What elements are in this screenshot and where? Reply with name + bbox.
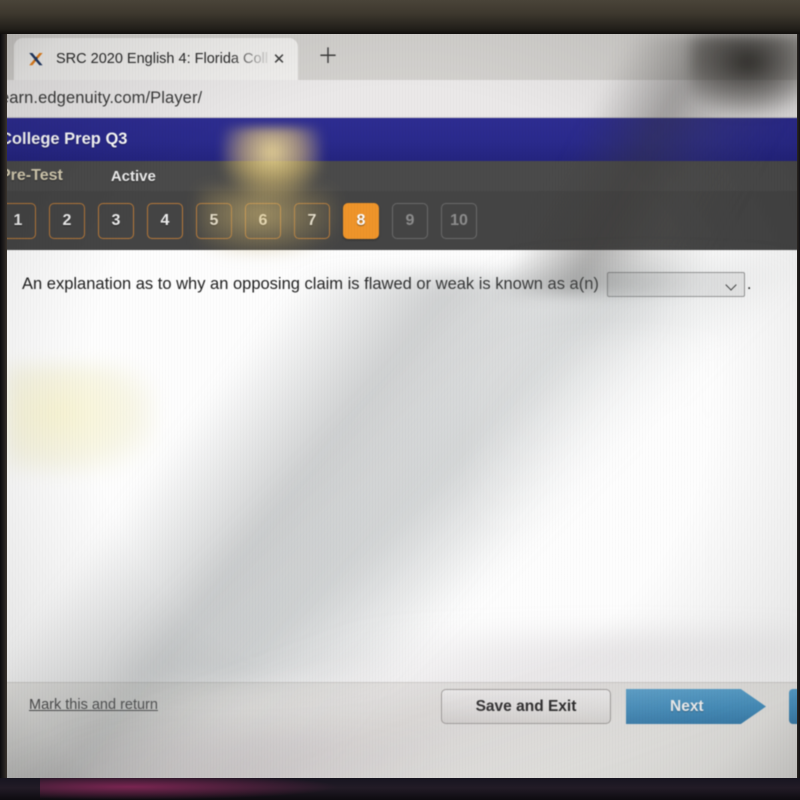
- next-button[interactable]: Next: [626, 689, 766, 724]
- app-header: College Prep Q3: [0, 118, 800, 161]
- question-row: An explanation as to why an opposing cla…: [0, 250, 800, 297]
- browser-window: ‹ SRC 2020 English 4: Florida Colle ✕ ＋ …: [0, 34, 800, 778]
- question-number-9: 9: [392, 202, 428, 239]
- question-number-nav: 1 2 3 4 5 6 7 8 9 10: [0, 191, 800, 250]
- question-number-4[interactable]: 4: [147, 202, 183, 239]
- close-icon[interactable]: ✕: [268, 52, 290, 67]
- question-text: An explanation as to why an opposing cla…: [22, 275, 599, 293]
- question-number-3[interactable]: 3: [98, 202, 134, 239]
- monitor-bezel-bottom: [0, 778, 800, 800]
- question-number-5[interactable]: 5: [196, 202, 232, 239]
- monitor-bezel-top: [0, 0, 800, 34]
- question-number-8[interactable]: 8: [343, 202, 379, 239]
- assignment-name: Pre-Test: [0, 167, 63, 184]
- browser-tab-strip: ‹ SRC 2020 English 4: Florida Colle ✕ ＋: [0, 34, 800, 80]
- address-bar-url: earn.edgenuity.com/Player/: [0, 89, 203, 107]
- new-tab-plus-icon[interactable]: ＋: [315, 45, 341, 71]
- status-badge: Active: [110, 167, 156, 185]
- question-trailing-punctuation: .: [746, 275, 752, 293]
- question-number-7[interactable]: 7: [294, 202, 330, 239]
- photographed-screen: ‹ SRC 2020 English 4: Florida Colle ✕ ＋ …: [0, 0, 800, 800]
- course-title: College Prep Q3: [0, 130, 128, 148]
- question-number-10: 10: [441, 202, 477, 239]
- edgenuity-x-logo-icon: [26, 49, 46, 69]
- browser-tab-title: SRC 2020 English 4: Florida Colle: [56, 51, 268, 67]
- answer-dropdown[interactable]: [606, 272, 745, 297]
- monitor-bezel-left: [0, 34, 7, 778]
- question-number-6[interactable]: 6: [245, 202, 281, 239]
- assignment-bar: Pre-Test Active: [0, 161, 800, 191]
- question-number-2[interactable]: 2: [49, 202, 85, 239]
- save-and-exit-button[interactable]: Save and Exit: [441, 689, 611, 724]
- question-footer: Mark this and return Save and Exit Next: [0, 682, 800, 778]
- browser-tab-active[interactable]: SRC 2020 English 4: Florida Colle ✕: [14, 38, 298, 80]
- chevron-down-icon: [727, 280, 737, 290]
- mark-this-and-return-link[interactable]: Mark this and return: [29, 697, 158, 713]
- browser-address-bar[interactable]: earn.edgenuity.com/Player/: [0, 80, 800, 118]
- question-content-area: An explanation as to why an opposing cla…: [0, 250, 800, 682]
